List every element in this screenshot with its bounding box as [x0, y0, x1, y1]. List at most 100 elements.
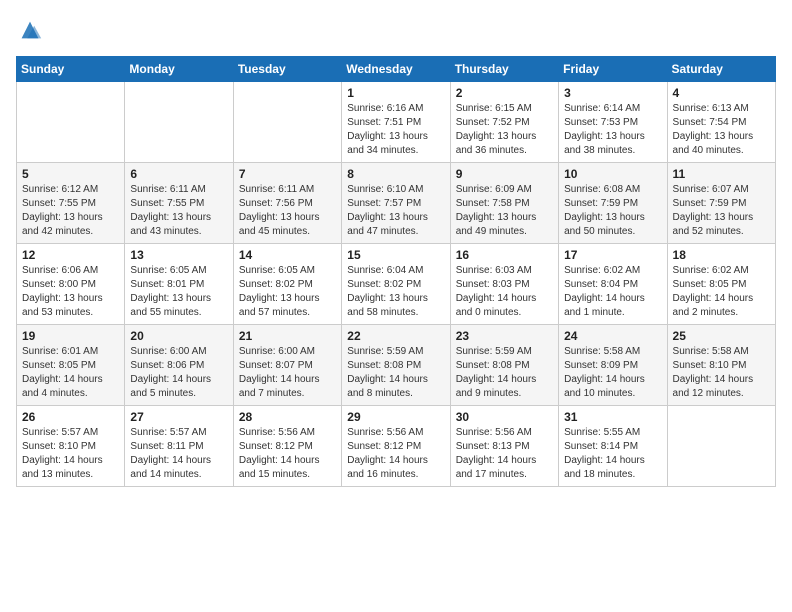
day-number: 9	[456, 167, 553, 181]
day-number: 10	[564, 167, 661, 181]
day-number: 30	[456, 410, 553, 424]
weekday-header: Friday	[559, 57, 667, 82]
day-number: 5	[22, 167, 119, 181]
calendar-cell	[17, 82, 125, 163]
calendar-cell: 18 Sunrise: 6:02 AM Sunset: 8:05 PM Dayli…	[667, 244, 775, 325]
calendar-cell: 17Sunrise: 6:02 AM Sunset: 8:04 PM Dayli…	[559, 244, 667, 325]
calendar-cell: 26 Sunrise: 5:57 AM Sunset: 8:10 PM Dayli…	[17, 406, 125, 487]
calendar-cell	[125, 82, 233, 163]
day-info: Sunrise: 5:58 AM Sunset: 8:10 PM Dayligh…	[673, 345, 770, 401]
calendar-cell: 11 Sunrise: 6:07 AM Sunset: 7:59 PM Dayli…	[667, 163, 775, 244]
calendar: SundayMondayTuesdayWednesdayThursdayFrid…	[16, 56, 776, 487]
day-info: Sunrise: 5:56 AM Sunset: 8:13 PM Dayligh…	[456, 426, 553, 482]
calendar-cell: 15 Sunrise: 6:04 AM Sunset: 8:02 PM Dayli…	[342, 244, 450, 325]
weekday-header: Wednesday	[342, 57, 450, 82]
day-info: Sunrise: 5:59 AM Sunset: 8:08 PM Dayligh…	[456, 345, 553, 401]
day-number: 4	[673, 86, 770, 100]
calendar-cell: 22 Sunrise: 5:59 AM Sunset: 8:08 PM Dayli…	[342, 325, 450, 406]
day-info: Sunrise: 5:56 AM Sunset: 8:12 PM Dayligh…	[239, 426, 336, 482]
day-info: Sunrise: 5:57 AM Sunset: 8:11 PM Dayligh…	[130, 426, 227, 482]
day-number: 11	[673, 167, 770, 181]
day-number: 22	[347, 329, 444, 343]
day-info: Sunrise: 6:13 AM Sunset: 7:54 PM Dayligh…	[673, 102, 770, 158]
calendar-cell	[667, 406, 775, 487]
day-number: 1	[347, 86, 444, 100]
logo	[16, 16, 48, 44]
weekday-header-row: SundayMondayTuesdayWednesdayThursdayFrid…	[17, 57, 776, 82]
calendar-cell: 27 Sunrise: 5:57 AM Sunset: 8:11 PM Dayli…	[125, 406, 233, 487]
calendar-cell: 29 Sunrise: 5:56 AM Sunset: 8:12 PM Dayli…	[342, 406, 450, 487]
calendar-cell: 31Sunrise: 5:55 AM Sunset: 8:14 PM Dayli…	[559, 406, 667, 487]
calendar-week-row: 1 Sunrise: 6:16 AM Sunset: 7:51 PM Daylig…	[17, 82, 776, 163]
day-info: Sunrise: 6:09 AM Sunset: 7:58 PM Dayligh…	[456, 183, 553, 239]
weekday-header: Thursday	[450, 57, 558, 82]
day-info: Sunrise: 6:12 AM Sunset: 7:55 PM Dayligh…	[22, 183, 119, 239]
day-info: Sunrise: 5:58 AM Sunset: 8:09 PM Dayligh…	[564, 345, 661, 401]
day-info: Sunrise: 6:14 AM Sunset: 7:53 PM Dayligh…	[564, 102, 661, 158]
calendar-cell: 4 Sunrise: 6:13 AM Sunset: 7:54 PM Daylig…	[667, 82, 775, 163]
day-info: Sunrise: 6:05 AM Sunset: 8:02 PM Dayligh…	[239, 264, 336, 320]
day-number: 21	[239, 329, 336, 343]
day-number: 18	[673, 248, 770, 262]
day-number: 2	[456, 86, 553, 100]
day-info: Sunrise: 6:01 AM Sunset: 8:05 PM Dayligh…	[22, 345, 119, 401]
day-info: Sunrise: 6:10 AM Sunset: 7:57 PM Dayligh…	[347, 183, 444, 239]
day-number: 31	[564, 410, 661, 424]
day-info: Sunrise: 6:15 AM Sunset: 7:52 PM Dayligh…	[456, 102, 553, 158]
page-header	[16, 16, 776, 44]
weekday-header: Monday	[125, 57, 233, 82]
calendar-cell: 14 Sunrise: 6:05 AM Sunset: 8:02 PM Dayli…	[233, 244, 341, 325]
calendar-week-row: 26 Sunrise: 5:57 AM Sunset: 8:10 PM Dayli…	[17, 406, 776, 487]
calendar-cell: 6 Sunrise: 6:11 AM Sunset: 7:55 PM Daylig…	[125, 163, 233, 244]
day-number: 23	[456, 329, 553, 343]
day-number: 3	[564, 86, 661, 100]
calendar-cell: 12 Sunrise: 6:06 AM Sunset: 8:00 PM Dayli…	[17, 244, 125, 325]
calendar-cell: 19 Sunrise: 6:01 AM Sunset: 8:05 PM Dayli…	[17, 325, 125, 406]
calendar-cell: 24Sunrise: 5:58 AM Sunset: 8:09 PM Dayli…	[559, 325, 667, 406]
day-number: 20	[130, 329, 227, 343]
day-info: Sunrise: 6:08 AM Sunset: 7:59 PM Dayligh…	[564, 183, 661, 239]
calendar-cell: 20Sunrise: 6:00 AM Sunset: 8:06 PM Dayli…	[125, 325, 233, 406]
day-number: 28	[239, 410, 336, 424]
calendar-week-row: 5 Sunrise: 6:12 AM Sunset: 7:55 PM Daylig…	[17, 163, 776, 244]
day-info: Sunrise: 6:11 AM Sunset: 7:56 PM Dayligh…	[239, 183, 336, 239]
calendar-cell: 5 Sunrise: 6:12 AM Sunset: 7:55 PM Daylig…	[17, 163, 125, 244]
day-info: Sunrise: 6:11 AM Sunset: 7:55 PM Dayligh…	[130, 183, 227, 239]
day-number: 6	[130, 167, 227, 181]
calendar-cell	[233, 82, 341, 163]
day-number: 17	[564, 248, 661, 262]
calendar-cell: 1 Sunrise: 6:16 AM Sunset: 7:51 PM Daylig…	[342, 82, 450, 163]
day-info: Sunrise: 6:02 AM Sunset: 8:05 PM Dayligh…	[673, 264, 770, 320]
day-info: Sunrise: 6:07 AM Sunset: 7:59 PM Dayligh…	[673, 183, 770, 239]
logo-icon	[16, 16, 44, 44]
day-number: 19	[22, 329, 119, 343]
calendar-week-row: 19 Sunrise: 6:01 AM Sunset: 8:05 PM Dayli…	[17, 325, 776, 406]
calendar-cell: 7 Sunrise: 6:11 AM Sunset: 7:56 PM Daylig…	[233, 163, 341, 244]
day-info: Sunrise: 6:06 AM Sunset: 8:00 PM Dayligh…	[22, 264, 119, 320]
day-number: 14	[239, 248, 336, 262]
day-number: 12	[22, 248, 119, 262]
day-number: 7	[239, 167, 336, 181]
day-info: Sunrise: 6:16 AM Sunset: 7:51 PM Dayligh…	[347, 102, 444, 158]
calendar-cell: 25 Sunrise: 5:58 AM Sunset: 8:10 PM Dayli…	[667, 325, 775, 406]
calendar-cell: 23 Sunrise: 5:59 AM Sunset: 8:08 PM Dayli…	[450, 325, 558, 406]
weekday-header: Saturday	[667, 57, 775, 82]
day-number: 25	[673, 329, 770, 343]
calendar-cell: 8Sunrise: 6:10 AM Sunset: 7:57 PM Daylig…	[342, 163, 450, 244]
day-info: Sunrise: 6:04 AM Sunset: 8:02 PM Dayligh…	[347, 264, 444, 320]
weekday-header: Sunday	[17, 57, 125, 82]
day-info: Sunrise: 5:57 AM Sunset: 8:10 PM Dayligh…	[22, 426, 119, 482]
day-info: Sunrise: 6:03 AM Sunset: 8:03 PM Dayligh…	[456, 264, 553, 320]
day-number: 26	[22, 410, 119, 424]
day-number: 27	[130, 410, 227, 424]
calendar-cell: 13Sunrise: 6:05 AM Sunset: 8:01 PM Dayli…	[125, 244, 233, 325]
day-number: 29	[347, 410, 444, 424]
day-info: Sunrise: 5:56 AM Sunset: 8:12 PM Dayligh…	[347, 426, 444, 482]
calendar-cell: 3 Sunrise: 6:14 AM Sunset: 7:53 PM Daylig…	[559, 82, 667, 163]
day-info: Sunrise: 5:59 AM Sunset: 8:08 PM Dayligh…	[347, 345, 444, 401]
day-number: 15	[347, 248, 444, 262]
calendar-cell: 10 Sunrise: 6:08 AM Sunset: 7:59 PM Dayli…	[559, 163, 667, 244]
calendar-cell: 2 Sunrise: 6:15 AM Sunset: 7:52 PM Daylig…	[450, 82, 558, 163]
calendar-cell: 21Sunrise: 6:00 AM Sunset: 8:07 PM Dayli…	[233, 325, 341, 406]
weekday-header: Tuesday	[233, 57, 341, 82]
